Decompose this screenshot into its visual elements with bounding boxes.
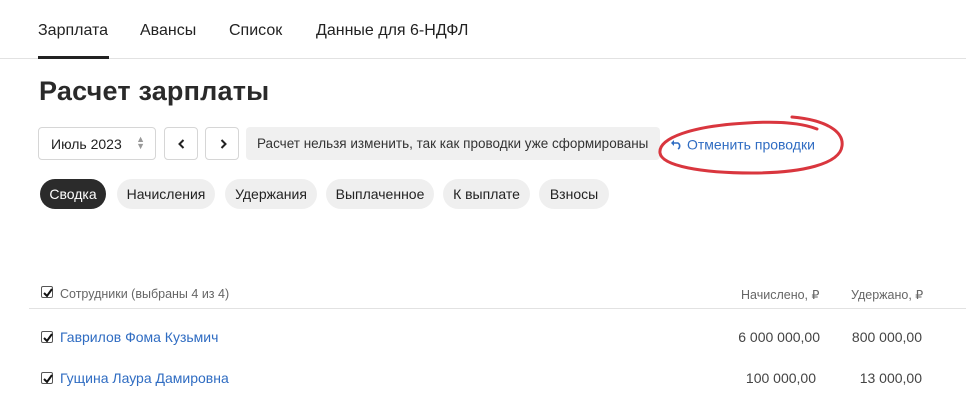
checkmark-icon	[43, 333, 53, 343]
table-header: Сотрудники (выбраны 4 из 4) Начислено, ₽…	[29, 280, 966, 309]
previous-month-button[interactable]	[164, 127, 198, 160]
next-month-button[interactable]	[205, 127, 239, 160]
cancel-postings-label: Отменить проводки	[687, 136, 815, 153]
table-row: Гаврилов Фома Кузьмич 6 000 000,00 800 0…	[29, 318, 966, 358]
select-arrows-icon: ▲ ▼	[136, 134, 145, 151]
active-tab-indicator	[38, 56, 109, 59]
chip-to-pay[interactable]: К выплате	[443, 179, 530, 209]
chevron-right-icon	[220, 139, 227, 149]
row-checkbox[interactable]	[41, 372, 53, 384]
chevron-left-icon	[178, 139, 185, 149]
table-row: Гущина Лаура Дамировна 100 000,00 13 000…	[29, 359, 966, 399]
undo-icon	[671, 140, 681, 150]
cancel-postings-link[interactable]: Отменить проводки	[670, 135, 815, 152]
chip-contributions[interactable]: Взносы	[539, 179, 609, 209]
month-select[interactable]: Июль 2023 ▲ ▼	[38, 127, 156, 160]
tab-salary[interactable]: Зарплата	[38, 22, 108, 40]
page-title: Расчет зарплаты	[39, 76, 270, 106]
row-checkbox[interactable]	[41, 331, 53, 343]
withheld-column-header: Удержано, ₽	[851, 288, 924, 302]
accrued-column-header: Начислено, ₽	[741, 288, 820, 302]
accrued-value: 6 000 000,00	[738, 329, 820, 345]
withheld-value: 13 000,00	[859, 370, 922, 386]
tab-6ndfl[interactable]: Данные для 6-НДФЛ	[316, 22, 468, 40]
tab-advances[interactable]: Авансы	[140, 22, 196, 40]
select-all-checkbox[interactable]	[41, 286, 53, 298]
employee-name-link[interactable]: Гущина Лаура Дамировна	[60, 370, 229, 386]
chip-deductions[interactable]: Удержания	[225, 179, 317, 209]
locked-notice-text: Расчет нельзя изменить, так как проводки…	[257, 136, 649, 151]
checkmark-icon	[43, 288, 53, 298]
employees-column-header: Сотрудники (выбраны 4 из 4)	[60, 287, 230, 301]
tab-list[interactable]: Список	[229, 22, 282, 40]
month-select-value: Июль 2023	[51, 136, 122, 152]
chip-summary[interactable]: Сводка	[40, 179, 106, 209]
withheld-value: 800 000,00	[851, 329, 922, 345]
top-tabs: Зарплата Авансы Список Данные для 6-НДФЛ	[0, 0, 966, 59]
employee-name-link[interactable]: Гаврилов Фома Кузьмич	[60, 329, 218, 345]
locked-notice: Расчет нельзя изменить, так как проводки…	[246, 127, 660, 160]
chip-paid[interactable]: Выплаченное	[326, 179, 434, 209]
checkmark-icon	[43, 374, 53, 384]
accrued-value: 100 000,00	[745, 370, 816, 386]
chip-accruals[interactable]: Начисления	[117, 179, 215, 209]
